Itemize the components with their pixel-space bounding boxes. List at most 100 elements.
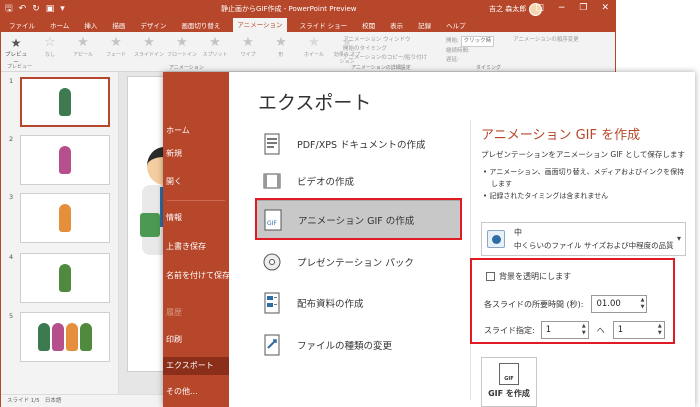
- start-label: 開始:: [446, 38, 459, 44]
- animation-wheel[interactable]: ★ ホイール: [299, 35, 329, 65]
- slide-thumbnail[interactable]: [20, 77, 110, 127]
- animation-painter-button[interactable]: アニメーションのコピー/貼り付け: [343, 54, 427, 63]
- star-icon: ★: [77, 35, 89, 50]
- ribbon-display-icon[interactable]: □: [535, 3, 544, 13]
- animation-label: ホイール: [303, 52, 324, 58]
- animation-label: ワイプ: [240, 52, 256, 58]
- window-title: 静止画からGIF作成 - PowerPoint Preview: [221, 5, 357, 13]
- thumbnail-row[interactable]: 5: [7, 312, 117, 364]
- tab-animations[interactable]: アニメーション: [233, 18, 287, 32]
- redo-icon[interactable]: ↻: [32, 4, 40, 14]
- quality-dropdown[interactable]: 中 中くらいのファイル サイズおよび中程度の品質 ▾: [481, 222, 686, 256]
- figure-bag: [140, 213, 160, 237]
- language-indicator[interactable]: 日本語: [45, 398, 62, 404]
- slide-thumbnail[interactable]: [20, 312, 110, 362]
- timing-controls: 開始: クリック時 継続時間: 遅延:: [446, 36, 495, 65]
- undo-icon[interactable]: ↶: [19, 4, 27, 14]
- nav-open[interactable]: 開く: [163, 173, 229, 191]
- preview-button[interactable]: ★ プレビュー: [5, 36, 27, 66]
- start-slideshow-icon[interactable]: ▣: [46, 4, 55, 14]
- backstage-nav: ホーム 新規 開く 情報 上書き保存 名前を付けて保存 履歴 印刷 エクスポート…: [163, 72, 229, 407]
- create-gif-button[interactable]: GIF GIF を作成: [481, 357, 537, 407]
- thumbnail-row[interactable]: 2: [7, 135, 117, 187]
- tab-view[interactable]: 表示: [388, 20, 405, 30]
- export-video-option[interactable]: ビデオの作成: [255, 161, 461, 201]
- thumbnail-row[interactable]: 4: [7, 253, 117, 305]
- animation-label: なし: [44, 52, 55, 58]
- nav-export[interactable]: エクスポート: [163, 357, 229, 375]
- slide-number: 4: [9, 253, 14, 261]
- gif-detail-panel: アニメーション GIF を作成 プレゼンテーションをアニメーション GIF とし…: [481, 124, 689, 339]
- nav-info[interactable]: 情報: [163, 209, 229, 227]
- animation-float-in[interactable]: ★ フロートイン: [167, 35, 197, 65]
- thumbnail-row[interactable]: 3: [7, 193, 117, 245]
- thumbnail-row[interactable]: 1: [7, 77, 117, 129]
- animation-pane-button[interactable]: アニメーション ウィンドウ: [343, 36, 427, 45]
- animation-none[interactable]: ☆ なし: [35, 35, 65, 65]
- customize-qat-icon[interactable]: ▾: [60, 4, 65, 14]
- star-icon: ★: [10, 36, 22, 50]
- create-gif-label: GIF を作成: [488, 389, 530, 398]
- nav-more[interactable]: その他...: [163, 383, 229, 401]
- tab-draw[interactable]: 描画: [110, 20, 127, 30]
- minimize-icon[interactable]: −: [558, 3, 566, 13]
- bullet-item: • アニメーション、画面切り替え、メディアおよびインクを保持します: [483, 168, 685, 188]
- window-controls: □ − ❐ ✕: [535, 3, 609, 13]
- star-icon: ★: [242, 35, 254, 50]
- traveler-image: [59, 146, 71, 174]
- tab-design[interactable]: デザイン: [138, 20, 168, 30]
- slide-thumbnail-pane: 1 2 3 4 5: [1, 72, 119, 394]
- tab-insert[interactable]: 挿入: [82, 20, 99, 30]
- cd-icon: [261, 250, 283, 274]
- nav-new[interactable]: 新規: [163, 145, 229, 163]
- quick-access-toolbar: 🖫 ↶ ↻ ▣ ▾: [5, 4, 65, 14]
- ribbon-tabs: ファイル ホーム 挿入 描画 デザイン 画面切り替え アニメーション スライド …: [1, 18, 615, 32]
- traveler-image: [80, 323, 92, 351]
- handout-icon: [261, 291, 283, 315]
- title-bar: 🖫 ↶ ↻ ▣ ▾ 静止画からGIF作成 - PowerPoint Previe…: [1, 1, 615, 18]
- detail-title: アニメーション GIF を作成: [481, 128, 641, 143]
- animation-label: フロートイン: [167, 52, 198, 58]
- slide-thumbnail[interactable]: [20, 253, 110, 303]
- slide-thumbnail[interactable]: [20, 135, 110, 185]
- export-pdf-option[interactable]: PDF/XPS ドキュメントの作成: [255, 124, 461, 164]
- tab-record[interactable]: 記録: [416, 20, 433, 30]
- tab-transitions[interactable]: 画面切り替え: [179, 20, 222, 30]
- tab-review[interactable]: 校閲: [360, 20, 377, 30]
- advanced-animation: アニメーション ウィンドウ 開始のタイミング アニメーションのコピー/貼り付け: [343, 36, 427, 63]
- nav-home[interactable]: ホーム: [163, 122, 229, 140]
- tab-slideshow[interactable]: スライド ショー: [298, 20, 350, 30]
- slide-number: 5: [9, 312, 14, 320]
- star-icon: ★: [110, 35, 122, 50]
- animation-fade[interactable]: ★ フェード: [101, 35, 131, 65]
- save-icon[interactable]: 🖫: [5, 4, 13, 14]
- animation-fly-in[interactable]: ★ スライドイン: [134, 35, 164, 65]
- tab-home[interactable]: ホーム: [48, 20, 71, 30]
- detail-subtitle: プレゼンテーションをアニメーション GIF として保存します: [481, 150, 685, 159]
- export-handout-option[interactable]: 配布資料の作成: [255, 283, 461, 323]
- timing-group-label: タイミング: [476, 65, 502, 71]
- export-filetype-option[interactable]: ファイルの種類の変更: [255, 325, 461, 365]
- quality-icon: [487, 230, 505, 248]
- animation-split[interactable]: ★ スプリット: [200, 35, 230, 65]
- nav-history[interactable]: 履歴: [163, 304, 229, 322]
- slide-number: 3: [9, 193, 14, 201]
- export-package-option[interactable]: プレゼンテーション パック: [255, 242, 461, 282]
- traveler-image: [66, 323, 78, 351]
- page-title: エクスポート: [258, 92, 372, 114]
- restore-icon[interactable]: ❐: [579, 3, 587, 13]
- nav-save-as[interactable]: 名前を付けて保存: [163, 267, 229, 285]
- nav-save[interactable]: 上書き保存: [163, 238, 229, 256]
- nav-print[interactable]: 印刷: [163, 331, 229, 349]
- slide-thumbnail[interactable]: [20, 193, 110, 243]
- animation-shape[interactable]: ★ 形: [266, 35, 296, 65]
- trigger-button[interactable]: 開始のタイミング: [343, 45, 427, 54]
- export-pdf-label: PDF/XPS ドキュメントの作成: [297, 140, 426, 151]
- user-name[interactable]: 吉之 森太郎: [489, 4, 526, 14]
- start-select[interactable]: クリック時: [460, 36, 495, 47]
- animation-appear[interactable]: ★ アピール: [68, 35, 98, 65]
- tab-file[interactable]: ファイル: [7, 20, 37, 30]
- close-icon[interactable]: ✕: [601, 3, 609, 13]
- tab-help[interactable]: ヘルプ: [444, 20, 468, 30]
- animation-wipe[interactable]: ★ ワイプ: [233, 35, 263, 65]
